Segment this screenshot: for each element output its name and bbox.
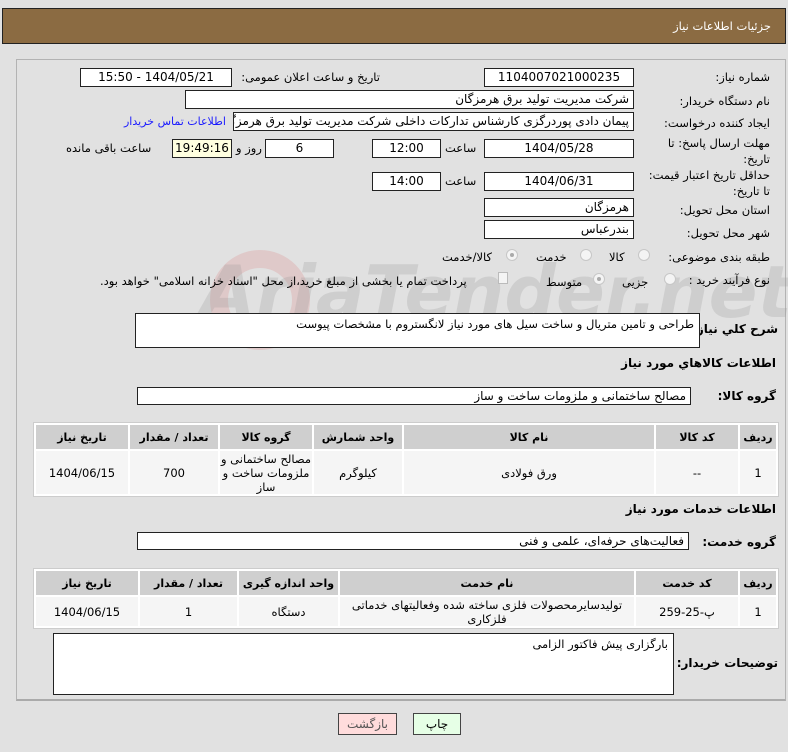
process-radio-minor[interactable] bbox=[664, 273, 676, 285]
process-option-medium: متوسط bbox=[546, 275, 583, 289]
cell-qty: 1 bbox=[140, 597, 237, 626]
services-heading: اطلاعات خدمات مورد نیاز bbox=[625, 502, 776, 516]
remaining-label: ساعت باقی مانده bbox=[66, 141, 152, 155]
category-option-goods: کالا bbox=[609, 250, 625, 264]
creator-field: پیمان دادی پوردرگزی کارشناس تدارکات داخل… bbox=[233, 112, 634, 131]
province-field: هرمزگان bbox=[484, 198, 634, 217]
page-title: جزئیات اطلاعات نیاز bbox=[673, 19, 771, 33]
category-radio-service[interactable] bbox=[580, 249, 592, 261]
buyer-field: شرکت مدیریت تولید برق هرمزگان bbox=[185, 90, 634, 109]
services-table-header: ردیف کد خدمت نام خدمت واحد اندازه گیری ت… bbox=[36, 571, 776, 595]
creator-label: ایجاد کننده درخواست: bbox=[664, 116, 770, 130]
need-number-field: 1104007021000235 bbox=[484, 68, 634, 87]
goods-heading: اطلاعات کالاهاي مورد نياز bbox=[621, 356, 776, 370]
services-table: ردیف کد خدمت نام خدمت واحد اندازه گیری ت… bbox=[33, 568, 779, 629]
days-label: روز و bbox=[236, 141, 262, 155]
col-unit: واحد اندازه گیری bbox=[239, 571, 338, 595]
goods-table-header: ردیف کد کالا نام کالا واحد شمارش گروه کا… bbox=[36, 425, 776, 449]
announce-field: 1404/05/21 - 15:50 bbox=[80, 68, 232, 87]
cell-name: ورق فولادی bbox=[404, 451, 654, 494]
days-field: 6 bbox=[265, 139, 334, 158]
goods-table: ردیف کد کالا نام کالا واحد شمارش گروه کا… bbox=[33, 422, 779, 497]
category-radio-goods[interactable] bbox=[638, 249, 650, 261]
deadline-time-label: ساعت bbox=[445, 141, 477, 155]
col-group: گروه کالا bbox=[220, 425, 312, 449]
deadline-label-2: تاریخ: bbox=[743, 152, 770, 166]
process-option-minor: جزیی bbox=[622, 275, 649, 289]
cell-date: 1404/06/15 bbox=[36, 597, 138, 626]
col-code: کد خدمت bbox=[636, 571, 738, 595]
table-row: 1 -- ورق فولادی کیلوگرم مصالح ساختمانی و… bbox=[36, 451, 776, 494]
cell-row: 1 bbox=[740, 451, 776, 494]
print-button[interactable]: چاپ bbox=[413, 713, 461, 735]
announce-label: تاریخ و ساعت اعلان عمومی: bbox=[241, 70, 380, 84]
treasury-payment-note: پرداخت تمام یا بخشی از مبلغ خرید،از محل … bbox=[100, 274, 467, 288]
validity-label: حداقل تاریخ اعتبار قیمت: bbox=[648, 168, 770, 182]
deadline-time-field: 12:00 bbox=[372, 139, 441, 158]
cell-unit: دستگاه bbox=[239, 597, 338, 626]
services-group-field: فعالیت‌های حرفه‌ای، علمی و فنی bbox=[137, 532, 689, 550]
col-unit: واحد شمارش bbox=[314, 425, 402, 449]
cell-qty: 700 bbox=[130, 451, 218, 494]
validity-label-2: تا تاریخ: bbox=[732, 184, 770, 198]
buyer-notes-field[interactable]: بارگزاری پیش فاکتور الزامی bbox=[53, 633, 674, 695]
process-label: نوع فرآیند خرید : bbox=[688, 273, 770, 287]
buyer-notes-label: توضیحات خریدار: bbox=[676, 656, 778, 670]
category-radio-goods-service[interactable] bbox=[506, 249, 518, 261]
description-label: شرح کلي نياز: bbox=[692, 322, 778, 336]
col-code: کد کالا bbox=[656, 425, 738, 449]
cell-code: پ-25-259 bbox=[636, 597, 738, 626]
col-qty: تعداد / مقدار bbox=[140, 571, 237, 595]
category-option-goods-service: کالا/خدمت bbox=[442, 250, 493, 264]
category-option-service: خدمت bbox=[536, 250, 567, 264]
deadline-label: مهلت ارسال پاسخ: تا bbox=[667, 136, 770, 150]
table-row: 1 پ-25-259 تولیدسایرمحصولات فلزی ساخته ش… bbox=[36, 597, 776, 626]
goods-group-label: گروه کالا: bbox=[717, 389, 776, 403]
cell-name: تولیدسایرمحصولات فلزی ساخته شده وفعالیته… bbox=[340, 597, 634, 626]
category-label: طبقه بندی موضوعی: bbox=[668, 250, 770, 264]
need-number-label: شماره نیاز: bbox=[715, 70, 770, 84]
back-button[interactable]: بازگشت bbox=[338, 713, 397, 735]
city-label: شهر محل تحویل: bbox=[686, 226, 770, 240]
province-label: استان محل تحویل: bbox=[679, 203, 770, 217]
remaining-time-field: 19:49:16 bbox=[172, 139, 232, 158]
col-date: تاریخ نیاز bbox=[36, 425, 128, 449]
cell-group: مصالح ساختمانی و ملزومات ساخت و ساز bbox=[220, 451, 312, 494]
treasury-payment-checkbox[interactable] bbox=[498, 272, 508, 284]
buyer-label: نام دستگاه خریدار: bbox=[679, 94, 770, 108]
city-field: بندرعباس bbox=[484, 220, 634, 239]
deadline-date-field: 1404/05/28 bbox=[484, 139, 634, 158]
buyer-contact-link[interactable]: اطلاعات تماس خریدار bbox=[124, 115, 226, 128]
process-radio-medium[interactable] bbox=[593, 273, 605, 285]
cell-unit: کیلوگرم bbox=[314, 451, 402, 494]
goods-group-field: مصالح ساختمانی و ملزومات ساخت و ساز bbox=[137, 387, 691, 405]
validity-date-field: 1404/06/31 bbox=[484, 172, 634, 191]
validity-time-field: 14:00 bbox=[372, 172, 441, 191]
col-date: تاریخ نیاز bbox=[36, 571, 138, 595]
col-row: ردیف bbox=[740, 571, 776, 595]
services-group-label: گروه خدمت: bbox=[702, 535, 776, 549]
cell-date: 1404/06/15 bbox=[36, 451, 128, 494]
cell-code: -- bbox=[656, 451, 738, 494]
cell-row: 1 bbox=[740, 597, 776, 626]
page-header: جزئیات اطلاعات نیاز bbox=[2, 8, 786, 44]
col-name: نام کالا bbox=[404, 425, 654, 449]
col-name: نام خدمت bbox=[340, 571, 634, 595]
col-qty: تعداد / مقدار bbox=[130, 425, 218, 449]
col-row: ردیف bbox=[740, 425, 776, 449]
description-field[interactable]: طراحی و تامین متریال و ساخت سیل های مورد… bbox=[135, 313, 700, 348]
validity-time-label: ساعت bbox=[445, 174, 477, 188]
